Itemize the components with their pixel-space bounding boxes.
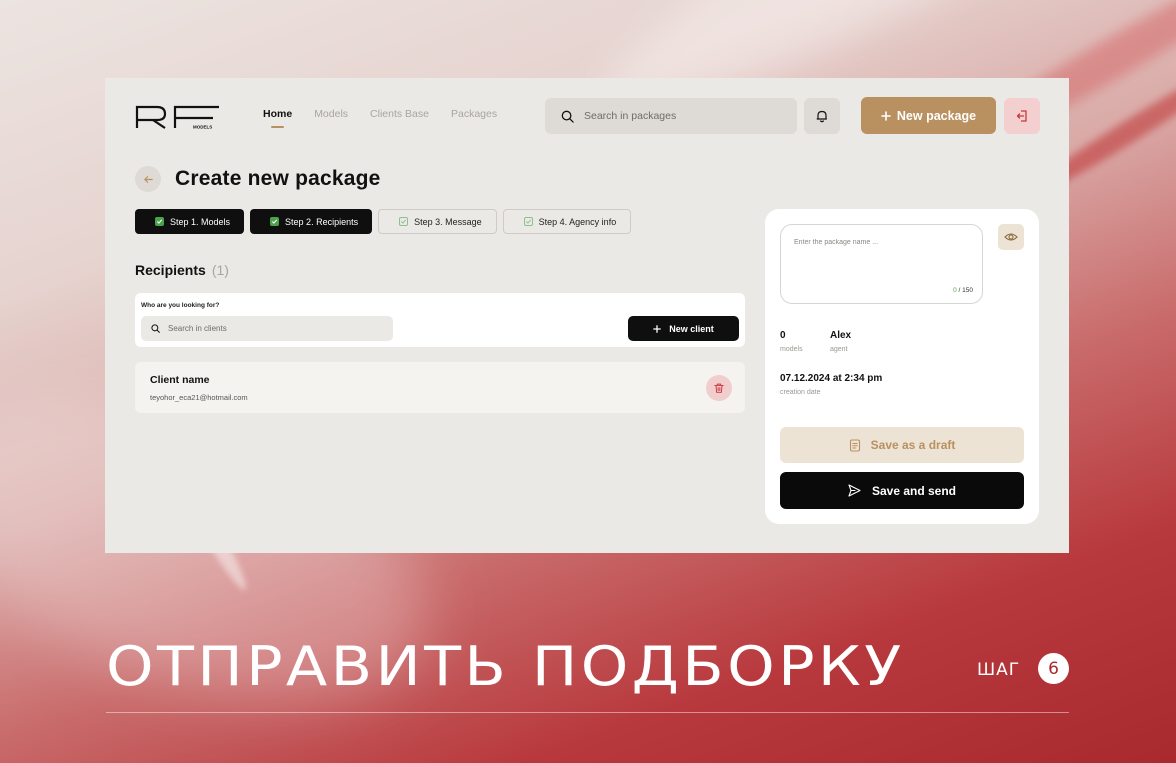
package-name-input[interactable] — [794, 239, 969, 279]
step-label-caption: ШАГ — [977, 660, 1021, 680]
search-icon — [151, 324, 160, 333]
check-icon — [523, 217, 533, 226]
package-summary-panel: 0 / 150 0 models Alex agent 07.12.2024 a… — [765, 209, 1039, 524]
rf-models-logo[interactable]: MODELS — [135, 104, 221, 130]
agent-label: agent — [830, 346, 848, 353]
step-label: Step 1. Models — [170, 216, 231, 227]
new-client-button[interactable]: New client — [628, 316, 739, 341]
models-count: 0 — [780, 330, 786, 341]
notifications-button[interactable] — [804, 98, 840, 134]
slide-caption: ОТПРАВИТЬ ПОДБОРКУ — [106, 635, 905, 698]
eye-icon — [1004, 233, 1018, 241]
plus-icon — [881, 110, 891, 121]
trash-icon — [714, 383, 724, 393]
counter-max: / 150 — [958, 287, 973, 294]
client-row: Client name teyohor_eca21@hotmail.com — [135, 362, 745, 413]
agent-name: Alex — [830, 330, 852, 341]
check-icon — [155, 217, 164, 226]
recipients-title: Recipients — [135, 262, 206, 278]
recipients-count: (1) — [211, 262, 229, 278]
client-search-label: Who are you looking for? — [141, 302, 220, 309]
package-search-box — [545, 98, 797, 134]
package-search-input[interactable] — [584, 110, 774, 122]
save-draft-label: Save as a draft — [870, 438, 956, 452]
creation-date-label: creation date — [780, 389, 821, 396]
character-counter: 0 / 150 — [953, 287, 973, 294]
step-number-badge: 6 — [1038, 653, 1069, 684]
new-client-label: New client — [669, 323, 714, 334]
nav-item-models[interactable]: Models — [314, 108, 348, 120]
back-button[interactable] — [135, 166, 161, 192]
save-and-send-button[interactable]: Save and send — [780, 472, 1024, 509]
document-icon — [849, 438, 860, 452]
new-package-label: New package — [896, 108, 977, 123]
save-and-send-label: Save and send — [871, 483, 957, 498]
step-tab-agency-info[interactable]: Step 4. Agency info — [502, 209, 632, 234]
app-window: MODELS Home Models Clients Base Packages… — [105, 78, 1069, 553]
step-tabs: Step 1. Models Step 2. Recipients Step 3… — [135, 209, 632, 234]
check-icon — [270, 217, 280, 226]
nav-item-clients-base[interactable]: Clients Base — [370, 108, 429, 120]
main-nav: Home Models Clients Base Packages — [263, 108, 497, 128]
step-label: Step 4. Agency info — [538, 216, 617, 227]
bell-icon — [816, 110, 827, 123]
creation-date: 07.12.2024 at 2:34 pm — [780, 373, 883, 384]
svg-text:MODELS: MODELS — [193, 125, 212, 130]
recipients-heading: Recipients (1) — [135, 262, 229, 278]
logout-button[interactable] — [1004, 98, 1040, 134]
nav-item-packages[interactable]: Packages — [451, 108, 497, 120]
client-search-input[interactable] — [168, 324, 368, 333]
check-icon — [399, 217, 409, 226]
models-label: models — [780, 346, 803, 353]
new-package-button[interactable]: New package — [861, 97, 996, 134]
client-email: teyohor_eca21@hotmail.com — [150, 393, 248, 402]
package-name-field: 0 / 150 — [780, 224, 983, 304]
page-title: Create new package — [175, 167, 381, 190]
send-icon — [848, 484, 861, 497]
step-tab-message[interactable]: Step 3. Message — [378, 209, 497, 234]
client-name: Client name — [150, 374, 210, 386]
client-search-box — [141, 316, 393, 341]
logout-icon — [1016, 110, 1027, 122]
remove-client-button[interactable] — [706, 375, 732, 401]
counter-current: 0 — [953, 287, 957, 294]
nav-item-home[interactable]: Home — [263, 108, 292, 128]
plus-icon — [653, 324, 662, 333]
arrow-left-icon — [143, 175, 153, 183]
client-search-card: Who are you looking for? New client — [135, 293, 745, 347]
preview-button[interactable] — [998, 224, 1024, 250]
save-draft-button[interactable]: Save as a draft — [780, 427, 1024, 463]
step-label: Step 2. Recipients — [285, 216, 359, 227]
caption-divider — [106, 712, 1069, 713]
step-tab-models[interactable]: Step 1. Models — [135, 209, 245, 234]
step-tab-recipients[interactable]: Step 2. Recipients — [250, 209, 373, 234]
search-icon — [561, 110, 574, 123]
step-label: Step 3. Message — [414, 216, 482, 227]
